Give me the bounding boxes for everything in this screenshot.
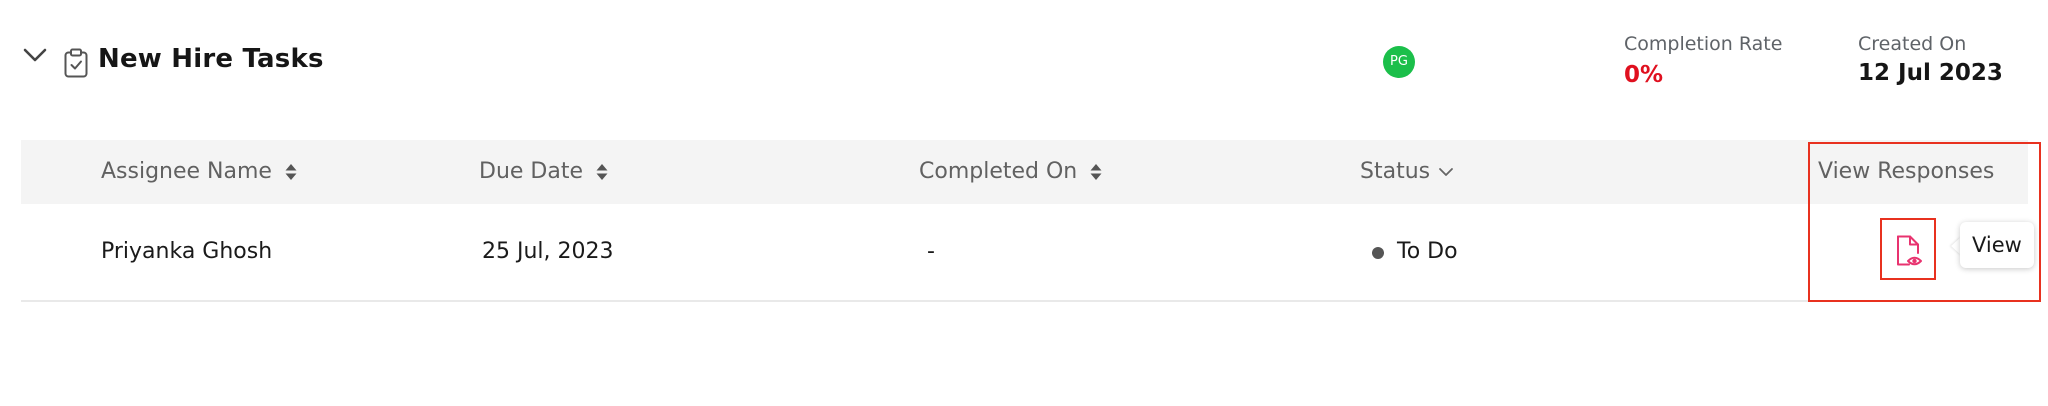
view-tooltip: View bbox=[1960, 222, 2034, 268]
column-label: Due Date bbox=[479, 159, 583, 184]
sort-icon[interactable] bbox=[284, 162, 298, 182]
page-title: New Hire Tasks bbox=[98, 44, 324, 74]
column-header-status[interactable]: Status bbox=[1360, 140, 1454, 204]
column-label: Completed On bbox=[919, 159, 1078, 184]
task-header: New Hire Tasks PG Completion Rate 0% Cre… bbox=[0, 0, 2048, 120]
column-label: Assignee Name bbox=[101, 159, 272, 184]
chevron-down-icon[interactable] bbox=[1438, 166, 1454, 178]
table-row: Priyanka Ghosh 25 Jul, 2023 - To Do bbox=[21, 204, 2028, 302]
column-header-completed-on[interactable]: Completed On bbox=[919, 140, 1103, 204]
completion-rate-label: Completion Rate bbox=[1624, 33, 1783, 55]
table-header: Assignee Name Due Date Completed On Stat… bbox=[21, 140, 2028, 204]
created-on-value: 12 Jul 2023 bbox=[1858, 60, 2003, 86]
status-dot-icon bbox=[1372, 247, 1384, 259]
clipboard-check-icon bbox=[64, 48, 88, 78]
sort-icon[interactable] bbox=[595, 162, 609, 182]
assignee-name: Priyanka Ghosh bbox=[101, 239, 273, 264]
completion-rate-value: 0% bbox=[1624, 62, 1664, 88]
file-eye-icon[interactable] bbox=[1894, 233, 1924, 269]
created-on-label: Created On bbox=[1858, 33, 1967, 55]
status-badge: To Do bbox=[1397, 239, 1458, 264]
due-date: 25 Jul, 2023 bbox=[482, 239, 614, 264]
completed-on: - bbox=[927, 239, 935, 264]
chevron-down-icon[interactable] bbox=[22, 46, 48, 64]
sort-icon[interactable] bbox=[1089, 162, 1103, 182]
avatar[interactable]: PG bbox=[1383, 46, 1415, 78]
column-header-due-date[interactable]: Due Date bbox=[479, 140, 609, 204]
column-label: Status bbox=[1360, 159, 1431, 184]
column-header-assignee[interactable]: Assignee Name bbox=[101, 140, 298, 204]
